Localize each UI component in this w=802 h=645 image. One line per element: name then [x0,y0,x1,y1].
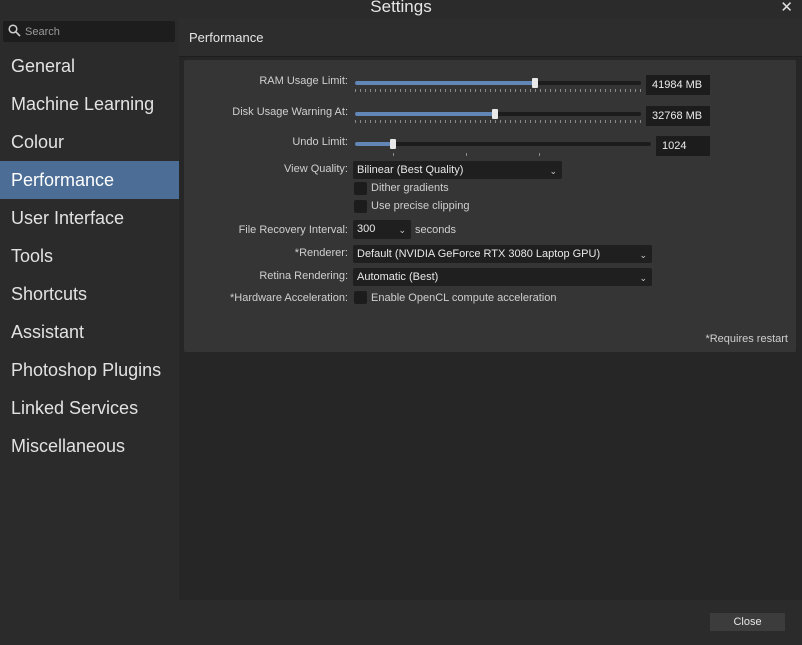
view-quality-dropdown[interactable]: Bilinear (Best Quality) ⌄ [353,161,562,179]
sidebar-item-tools[interactable]: Tools [0,237,179,275]
undo-limit-thumb[interactable] [390,139,397,149]
sidebar: General Machine Learning Colour Performa… [0,18,179,600]
disk-warning-value[interactable]: 32768 MB [646,106,710,126]
precise-clipping-label: Use precise clipping [371,200,470,212]
section-header: Performance [179,18,802,57]
sidebar-item-performance[interactable]: Performance [0,161,179,199]
sidebar-item-linked-services[interactable]: Linked Services [0,389,179,427]
disk-warning-label: Disk Usage Warning At: [232,106,348,118]
disk-warning-thumb[interactable] [492,109,499,119]
undo-limit-fill [355,142,394,146]
performance-panel: RAM Usage Limit: 41984 MB Disk Usage War… [184,60,796,352]
window-title: Settings [370,0,432,16]
title-bar: Settings ✕ [0,0,802,18]
chevron-down-icon: ⌄ [639,273,647,283]
renderer-value: Default (NVIDIA GeForce RTX 3080 Laptop … [357,248,601,260]
chevron-down-icon: ⌄ [639,250,647,260]
undo-limit-tick [466,153,467,156]
undo-limit-tick [539,153,540,156]
chevron-down-icon: ⌄ [398,225,406,235]
sidebar-item-assistant[interactable]: Assistant [0,313,179,351]
file-recovery-dropdown[interactable]: 300 ⌄ [353,220,411,239]
ram-usage-label: RAM Usage Limit: [259,75,348,87]
requires-restart-note: *Requires restart [705,333,788,345]
undo-limit-value[interactable]: 1024 [656,136,710,156]
opencl-checkbox[interactable] [354,291,367,304]
sidebar-item-machine-learning[interactable]: Machine Learning [0,85,179,123]
retina-rendering-value: Automatic (Best) [357,271,439,283]
sidebar-item-colour[interactable]: Colour [0,123,179,161]
sidebar-item-miscellaneous[interactable]: Miscellaneous [0,427,179,465]
dither-gradients-label: Dither gradients [371,182,449,194]
search-icon [8,24,21,37]
sidebar-item-general[interactable]: General [0,47,179,85]
section-title: Performance [189,30,264,45]
close-button[interactable]: Close [710,613,785,631]
undo-limit-tick [393,153,394,156]
undo-limit-label: Undo Limit: [292,136,348,148]
ram-usage-fill [355,81,536,85]
ram-usage-value[interactable]: 41984 MB [646,75,710,95]
sidebar-item-photoshop-plugins[interactable]: Photoshop Plugins [0,351,179,389]
file-recovery-value: 300 [357,223,376,235]
sidebar-item-user-interface[interactable]: User Interface [0,199,179,237]
chevron-down-icon: ⌄ [549,166,557,176]
search-box[interactable] [3,21,175,42]
disk-warning-ticks [355,120,641,123]
renderer-label: *Renderer: [294,247,348,259]
ram-usage-thumb[interactable] [532,78,539,88]
opencl-label: Enable OpenCL compute acceleration [371,292,557,304]
sidebar-item-shortcuts[interactable]: Shortcuts [0,275,179,313]
view-quality-label: View Quality: [284,163,348,175]
disk-warning-fill [355,112,496,116]
precise-clipping-checkbox[interactable] [354,200,367,213]
view-quality-value: Bilinear (Best Quality) [357,164,464,176]
footer: Close [0,600,802,645]
close-icon[interactable]: ✕ [780,0,793,16]
ram-usage-slider[interactable] [355,81,641,85]
search-input[interactable] [25,23,170,40]
file-recovery-unit: seconds [415,224,456,236]
retina-rendering-dropdown[interactable]: Automatic (Best) ⌄ [353,268,652,286]
retina-rendering-label: Retina Rendering: [259,270,348,282]
dither-gradients-checkbox[interactable] [354,182,367,195]
sidebar-nav: General Machine Learning Colour Performa… [0,47,179,465]
main-content: Performance RAM Usage Limit: 41984 MB Di… [179,18,802,600]
ram-usage-ticks [355,89,641,92]
renderer-dropdown[interactable]: Default (NVIDIA GeForce RTX 3080 Laptop … [353,245,652,263]
hardware-acceleration-label: *Hardware Acceleration: [229,292,348,304]
undo-limit-slider[interactable] [355,142,651,146]
file-recovery-label: File Recovery Interval: [238,224,348,236]
